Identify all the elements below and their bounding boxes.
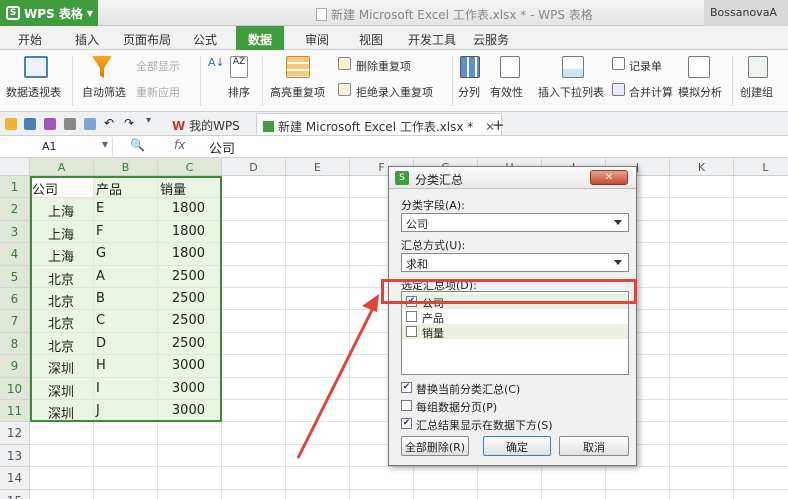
arrow-line: [296, 305, 376, 459]
arrow-annotation: [296, 294, 379, 459]
arrow-head: [362, 294, 379, 312]
